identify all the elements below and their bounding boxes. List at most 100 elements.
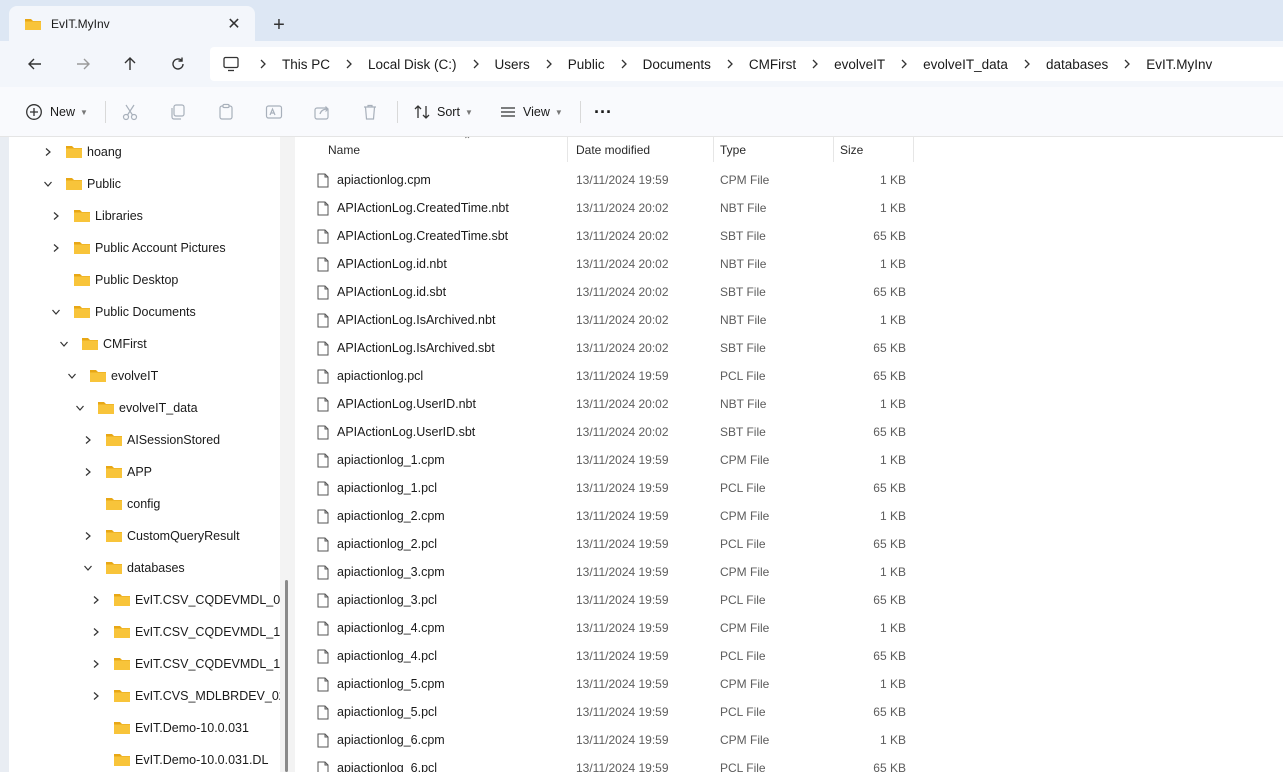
file-row[interactable]: APIActionLog.UserID.nbt 13/11/2024 20:02 N… xyxy=(295,390,1283,418)
new-button[interactable]: New ▼ xyxy=(24,99,88,125)
file-row[interactable]: APIActionLog.id.sbt 13/11/2024 20:02 SBT F… xyxy=(295,278,1283,306)
chevron-right-icon[interactable] xyxy=(89,593,103,607)
chevron-right-icon[interactable] xyxy=(1012,58,1042,70)
file-row[interactable]: APIActionLog.CreatedTime.nbt 13/11/2024 2… xyxy=(295,194,1283,222)
chevron-right-icon[interactable] xyxy=(889,58,919,70)
chevron-right-icon[interactable] xyxy=(49,209,63,223)
breadcrumb-item[interactable]: evolveIT_data xyxy=(919,57,1012,72)
breadcrumb-item[interactable]: CMFirst xyxy=(745,57,800,72)
breadcrumb-item[interactable]: Users xyxy=(491,57,534,72)
column-header-size[interactable]: Size xyxy=(834,137,914,162)
column-header-date[interactable]: Date modified xyxy=(569,137,714,162)
nav-tree-item[interactable]: APP xyxy=(9,458,280,486)
nav-tree-item[interactable]: evolveIT_data xyxy=(9,394,280,422)
file-row[interactable]: APIActionLog.id.nbt 13/11/2024 20:02 NBT F… xyxy=(295,250,1283,278)
nav-tree-item[interactable]: Libraries xyxy=(9,202,280,230)
file-row[interactable]: apiactionlog_6.cpm 13/11/2024 19:59 CPM Fi… xyxy=(295,726,1283,754)
nav-tree-item[interactable]: AISessionStored xyxy=(9,426,280,454)
copy-button[interactable] xyxy=(168,99,188,125)
chevron-right-icon[interactable] xyxy=(41,145,55,159)
chevron-right-icon[interactable] xyxy=(81,529,95,543)
file-row[interactable]: apiactionlog_3.pcl 13/11/2024 19:59 PCL Fi… xyxy=(295,586,1283,614)
breadcrumb-item[interactable]: Documents xyxy=(639,57,715,72)
nav-tree-item[interactable]: evolveIT xyxy=(9,362,280,390)
tab-active[interactable]: EvIT.MyInv ✕ xyxy=(9,6,255,41)
close-icon[interactable]: ✕ xyxy=(221,11,247,37)
chevron-right-icon[interactable] xyxy=(81,465,95,479)
column-header-name[interactable]: ⌃ Name xyxy=(317,137,568,162)
paste-button[interactable] xyxy=(216,99,236,125)
delete-button[interactable] xyxy=(360,99,380,125)
cut-button[interactable] xyxy=(120,99,140,125)
nav-tree-item[interactable]: EvIT.CVS_MDLBRDEV_02 xyxy=(9,682,280,710)
chevron-right-icon[interactable] xyxy=(49,241,63,255)
nav-tree-item[interactable]: EvIT.Demo-10.0.031.DL xyxy=(9,746,280,772)
nav-tree-item[interactable]: Public Account Pictures xyxy=(9,234,280,262)
nav-tree-item[interactable]: Public xyxy=(9,170,280,198)
file-row[interactable]: apiactionlog_3.cpm 13/11/2024 19:59 CPM Fi… xyxy=(295,558,1283,586)
nav-tree-item[interactable]: CustomQueryResult xyxy=(9,522,280,550)
chevron-right-icon[interactable] xyxy=(334,58,364,70)
file-row[interactable]: APIActionLog.IsArchived.sbt 13/11/2024 20… xyxy=(295,334,1283,362)
chevron-right-icon[interactable] xyxy=(461,58,491,70)
chevron-right-icon[interactable] xyxy=(609,58,639,70)
more-options-button[interactable]: ··· xyxy=(594,99,612,125)
file-row[interactable]: apiactionlog.pcl 13/11/2024 19:59 PCL File… xyxy=(295,362,1283,390)
breadcrumb-item[interactable]: evolveIT xyxy=(830,57,889,72)
chevron-right-icon[interactable] xyxy=(800,58,830,70)
chevron-right-icon[interactable] xyxy=(1112,58,1142,70)
chevron-down-icon[interactable] xyxy=(81,561,95,575)
file-row[interactable]: APIActionLog.CreatedTime.sbt 13/11/2024 2… xyxy=(295,222,1283,250)
chevron-right-icon[interactable] xyxy=(248,58,278,70)
nav-tree-item[interactable]: databases xyxy=(9,554,280,582)
breadcrumb-item[interactable]: databases xyxy=(1042,57,1112,72)
file-row[interactable]: apiactionlog_4.pcl 13/11/2024 19:59 PCL Fi… xyxy=(295,642,1283,670)
nav-tree-item[interactable]: EvIT.Demo-10.0.031 xyxy=(9,714,280,742)
sort-button[interactable]: Sort ▼ xyxy=(412,99,473,125)
file-row[interactable]: apiactionlog_1.pcl 13/11/2024 19:59 PCL Fi… xyxy=(295,474,1283,502)
file-row[interactable]: apiactionlog_1.cpm 13/11/2024 19:59 CPM Fi… xyxy=(295,446,1283,474)
rename-button[interactable] xyxy=(264,99,284,125)
chevron-down-icon[interactable] xyxy=(41,177,55,191)
share-button[interactable] xyxy=(312,99,332,125)
address-bar[interactable]: This PC Local Disk (C:) Users Public Documen… xyxy=(210,47,1283,81)
nav-tree-item[interactable]: EvIT.CSV_CQDEVMDL_13 xyxy=(9,650,280,678)
breadcrumb-item[interactable]: Local Disk (C:) xyxy=(364,57,461,72)
nav-tree-item[interactable]: config xyxy=(9,490,280,518)
file-row[interactable]: apiactionlog_6.pcl 13/11/2024 19:59 PCL Fi… xyxy=(295,754,1283,772)
chevron-right-icon[interactable] xyxy=(89,657,103,671)
refresh-button[interactable] xyxy=(164,51,192,77)
file-row[interactable]: APIActionLog.IsArchived.nbt 13/11/2024 20… xyxy=(295,306,1283,334)
chevron-right-icon[interactable] xyxy=(534,58,564,70)
forward-button[interactable] xyxy=(69,51,97,77)
file-row[interactable]: apiactionlog_4.cpm 13/11/2024 19:59 CPM Fi… xyxy=(295,614,1283,642)
back-button[interactable] xyxy=(21,51,49,77)
nav-tree-item[interactable]: Public Desktop xyxy=(9,266,280,294)
nav-tree-item[interactable]: EvIT.CSV_CQDEVMDL_01 xyxy=(9,586,280,614)
new-tab-button[interactable]: + xyxy=(266,12,292,38)
file-row[interactable]: APIActionLog.UserID.sbt 13/11/2024 20:02 S… xyxy=(295,418,1283,446)
nav-tree-item[interactable]: EvIT.CSV_CQDEVMDL_12 xyxy=(9,618,280,646)
file-row[interactable]: apiactionlog_2.cpm 13/11/2024 19:59 CPM Fi… xyxy=(295,502,1283,530)
chevron-down-icon[interactable] xyxy=(49,305,63,319)
chevron-right-icon[interactable] xyxy=(715,58,745,70)
chevron-right-icon[interactable] xyxy=(81,433,95,447)
column-header-type[interactable]: Type xyxy=(714,137,834,162)
file-row[interactable]: apiactionlog.cpm 13/11/2024 19:59 CPM File… xyxy=(295,166,1283,194)
up-button[interactable] xyxy=(116,51,144,77)
nav-tree-item[interactable]: CMFirst xyxy=(9,330,280,358)
chevron-right-icon[interactable] xyxy=(89,689,103,703)
chevron-down-icon[interactable] xyxy=(57,337,71,351)
chevron-down-icon[interactable] xyxy=(73,401,87,415)
nav-tree-item[interactable]: Public Documents xyxy=(9,298,280,326)
chevron-down-icon[interactable] xyxy=(65,369,79,383)
view-button[interactable]: View ▼ xyxy=(498,99,563,125)
file-row[interactable]: apiactionlog_5.pcl 13/11/2024 19:59 PCL Fi… xyxy=(295,698,1283,726)
chevron-right-icon[interactable] xyxy=(89,625,103,639)
file-row[interactable]: apiactionlog_2.pcl 13/11/2024 19:59 PCL Fi… xyxy=(295,530,1283,558)
breadcrumb-item[interactable]: Public xyxy=(564,57,609,72)
breadcrumb-item[interactable]: EvIT.MyInv xyxy=(1142,57,1216,72)
file-row[interactable]: apiactionlog_5.cpm 13/11/2024 19:59 CPM Fi… xyxy=(295,670,1283,698)
navigation-scrollbar[interactable] xyxy=(285,580,288,772)
breadcrumb-item[interactable]: This PC xyxy=(278,57,334,72)
